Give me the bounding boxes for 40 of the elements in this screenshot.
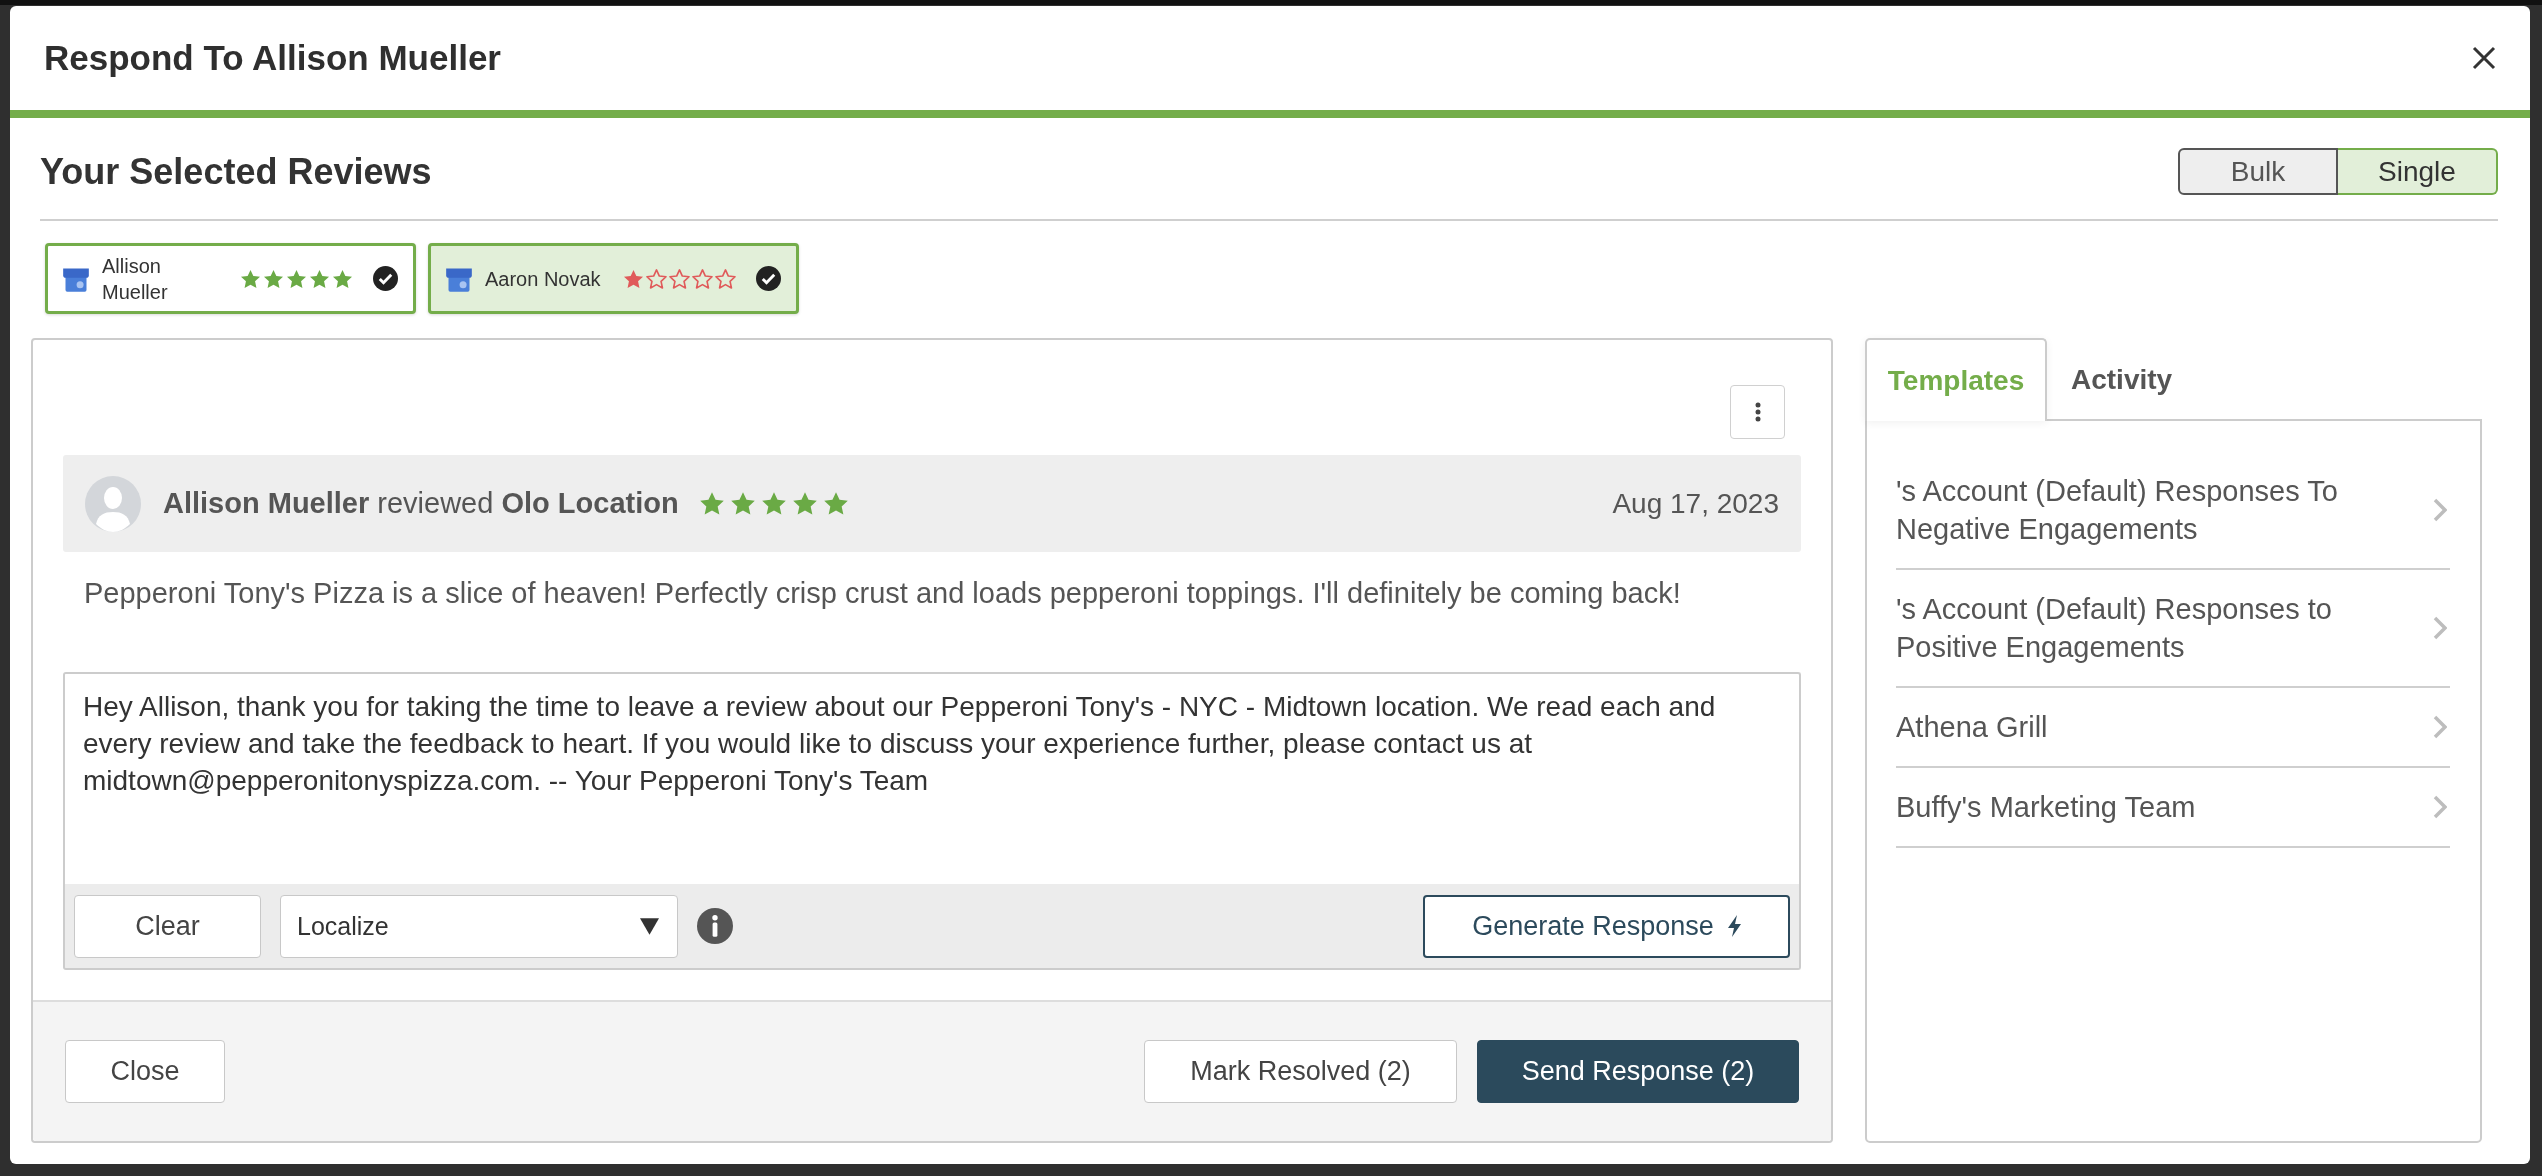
modal-title: Respond To Allison Mueller	[44, 38, 501, 78]
review-chip[interactable]: Allison Mueller	[45, 243, 416, 314]
chevron-right-icon	[2433, 498, 2447, 522]
check-circle-icon[interactable]	[756, 266, 781, 291]
close-icon[interactable]	[2472, 46, 2496, 70]
star-icon	[698, 491, 725, 516]
chevron-right-icon	[2433, 616, 2447, 640]
template-item[interactable]: Buffy's Marketing Team	[1896, 768, 2450, 848]
lightning-icon	[1727, 915, 1741, 937]
reviewer-name: Allison Mueller	[102, 253, 169, 305]
reviewer-name: Aaron Novak	[485, 266, 602, 292]
star-icon	[729, 491, 756, 516]
star-icon	[760, 491, 787, 516]
chevron-right-icon	[2433, 715, 2447, 739]
info-icon[interactable]	[697, 908, 733, 944]
template-item[interactable]: 's Account (Default) Responses to Positive Engagements	[1896, 570, 2450, 688]
star-icon	[822, 491, 849, 516]
template-item[interactable]: Athena Grill	[1896, 688, 2450, 768]
clear-button[interactable]: Clear	[74, 894, 261, 958]
review-date: Aug 17, 2023	[1612, 487, 1779, 520]
chevron-right-icon	[2433, 795, 2447, 819]
close-button[interactable]: Close	[65, 1040, 225, 1103]
review-chip[interactable]: Aaron Novak	[428, 243, 799, 314]
star-icon	[791, 491, 818, 516]
kebab-icon	[1754, 402, 1761, 422]
template-item[interactable]: 's Account (Default) Responses To Negative Engagements	[1896, 452, 2450, 570]
tab[interactable]: Activity	[2047, 338, 2197, 419]
segmented-button[interactable]: Bulk	[2178, 148, 2338, 195]
mark-resolved-button[interactable]: Mark Resolved (2)	[1144, 1040, 1457, 1103]
avatar-icon	[85, 475, 141, 532]
review-headline: Allison Mueller reviewed Olo Location	[163, 487, 679, 520]
section-heading: Your Selected Reviews	[40, 150, 432, 193]
segmented-button[interactable]: Single	[2338, 148, 2498, 195]
generate-response-button[interactable]: Generate Response	[1423, 894, 1790, 958]
localize-dropdown[interactable]: Localize	[280, 894, 678, 958]
check-circle-icon[interactable]	[373, 266, 398, 291]
send-response-button[interactable]: Send Response (2)	[1477, 1040, 1799, 1103]
caret-icon	[640, 917, 659, 935]
review-text: Pepperoni Tony's Pizza is a slice of heaven! Perfectly crisp crust and loads pepperoni toppings. I'll definitely be coming back!	[83, 576, 1682, 611]
response-field[interactable]: Hey Allison, thank you for taking the time to leave a review about our Pepperoni Tony's - NYC - Midtown location. We read each and every review and take the feedback to heart. If you would like to discuss your experience further, please contact us at midtown@pepperonitonyspizza.com. -- Your Pepperoni Tony's Team	[63, 672, 1801, 884]
